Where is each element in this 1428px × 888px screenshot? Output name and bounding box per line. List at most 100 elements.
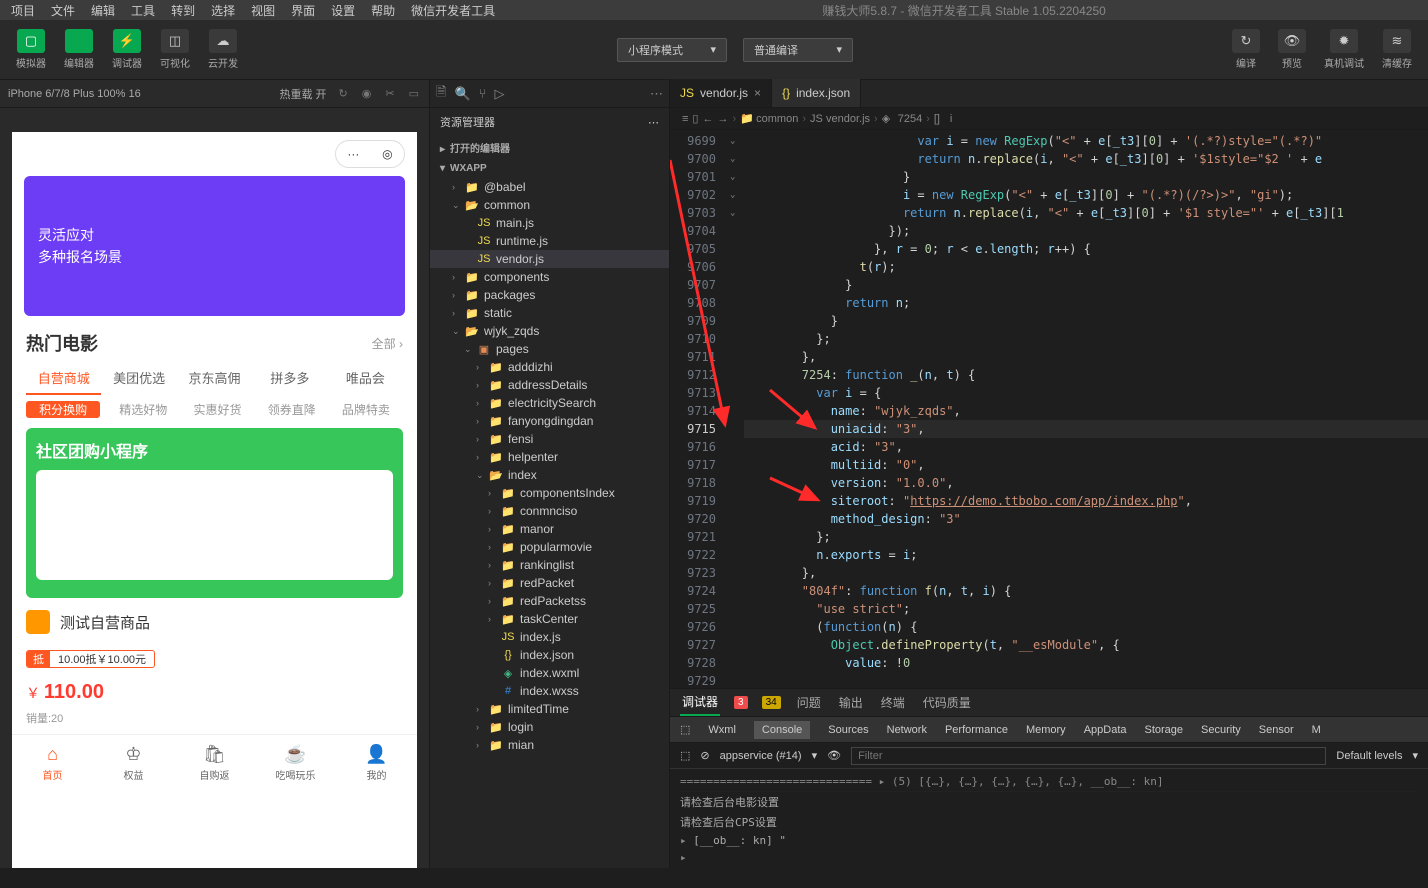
tree-componentsIndex[interactable]: › 📁 componentsIndex <box>430 484 669 502</box>
dbgsub-AppData[interactable]: AppData <box>1084 724 1127 736</box>
menu-视图[interactable]: 视图 <box>244 0 282 21</box>
tb-真机调试[interactable]: ✹真机调试 <box>1318 25 1370 74</box>
tree-common[interactable]: ⌄ 📂 common <box>430 196 669 214</box>
tb-调试器[interactable]: ⚡调试器 <box>106 25 148 74</box>
tree-index.wxml[interactable]: ◈ index.wxml <box>430 664 669 682</box>
tab-index.json[interactable]: {}index.json <box>772 79 861 107</box>
dbgsub-Sensor[interactable]: Sensor <box>1259 724 1294 736</box>
nav-首页[interactable]: ⌂首页 <box>12 735 93 790</box>
tree-rankinglist[interactable]: › 📁 rankinglist <box>430 556 669 574</box>
dbgsub-Performance[interactable]: Performance <box>945 724 1008 736</box>
capsule-button[interactable]: ···◎ <box>335 140 405 168</box>
dbgsub-Storage[interactable]: Storage <box>1145 724 1184 736</box>
dbg-终端[interactable]: 终端 <box>879 690 907 715</box>
banner[interactable]: 灵活应对多种报名场景 <box>24 176 405 316</box>
tb-清缓存[interactable]: ≋清缓存 <box>1376 25 1418 74</box>
subtab-2[interactable]: 实惠好货 <box>180 401 254 418</box>
tree-redPacket[interactable]: › 📁 redPacket <box>430 574 669 592</box>
tree-taskCenter[interactable]: › 📁 taskCenter <box>430 610 669 628</box>
nav-吃喝玩乐[interactable]: ☕吃喝玩乐 <box>255 735 336 790</box>
tree-login[interactable]: › 📁 login <box>430 718 669 736</box>
forward-icon[interactable]: → <box>717 113 728 125</box>
breadcrumb[interactable]: ≡ ▯ ← → ›📁common›JSvendor.js›◈7254›[]i <box>670 108 1428 130</box>
tb-预览[interactable]: 👁预览 <box>1272 25 1312 74</box>
console-line[interactable]: 请检查后台电影设置 <box>680 792 1418 812</box>
menu-设置[interactable]: 设置 <box>324 0 362 21</box>
nav-自购返[interactable]: 🛍自购返 <box>174 735 255 790</box>
clear-icon[interactable]: ⊘ <box>700 749 709 762</box>
eye-icon[interactable]: 👁 <box>827 749 841 762</box>
hot-reload-toggle[interactable]: 热重载 开 <box>279 86 326 102</box>
product-row[interactable]: 测试自营商品 <box>12 598 417 646</box>
tb-模拟器[interactable]: ▢模拟器 <box>10 25 52 74</box>
menu-帮助[interactable]: 帮助 <box>364 0 402 21</box>
dbgsub-Console[interactable]: Console <box>754 721 810 739</box>
scope-dropdown[interactable]: appservice (#14) <box>720 750 802 762</box>
code-area[interactable]: 9699970097019702970397049705970697079708… <box>670 130 1428 688</box>
tab-0[interactable]: 自营商城 <box>26 368 101 395</box>
tree-conmnciso[interactable]: › 📁 conmnciso <box>430 502 669 520</box>
tree-helpenter[interactable]: › 📁 helpenter <box>430 448 669 466</box>
dbgsub-Network[interactable]: Network <box>887 724 927 736</box>
levels-dropdown[interactable]: Default levels <box>1336 750 1402 762</box>
menu-界面[interactable]: 界面 <box>284 0 322 21</box>
compile-dropdown[interactable]: 普通编译▾ <box>743 38 853 62</box>
dbgsub-M[interactable]: M <box>1312 724 1321 736</box>
dbgsub-Wxml[interactable]: Wxml <box>708 724 736 736</box>
dbg-代码质量[interactable]: 代码质量 <box>921 690 973 715</box>
dbg-调试器[interactable]: 调试器 <box>680 689 720 716</box>
expand-icon[interactable]: ▭ <box>407 85 421 102</box>
tree-vendor.js[interactable]: JS vendor.js <box>430 250 669 268</box>
promo-card[interactable]: 社区团购小程序 <box>26 428 403 598</box>
tab-3[interactable]: 拼多多 <box>252 368 327 395</box>
tree-main.js[interactable]: JS main.js <box>430 214 669 232</box>
debug-icon[interactable]: ▷ <box>494 86 504 102</box>
nav-icon[interactable]: ≡ <box>682 113 688 125</box>
tree-index.json[interactable]: {} index.json <box>430 646 669 664</box>
explorer-menu-icon[interactable]: ⋯ <box>648 116 659 129</box>
tree-packages[interactable]: › 📁 packages <box>430 286 669 304</box>
tree-index.js[interactable]: JS index.js <box>430 628 669 646</box>
dbgsub-Security[interactable]: Security <box>1201 724 1241 736</box>
console-line[interactable]: ============================= ▸ (5) [{…}… <box>680 773 1418 792</box>
close-icon[interactable]: × <box>754 86 761 100</box>
menu-工具[interactable]: 工具 <box>124 0 162 21</box>
console-line[interactable]: [__ob__: kn] " <box>680 832 1418 849</box>
menu-文件[interactable]: 文件 <box>44 0 82 21</box>
tree-wjyk_zqds[interactable]: ⌄ 📂 wjyk_zqds <box>430 322 669 340</box>
more-icon[interactable]: ⋯ <box>650 86 663 102</box>
tb-编辑器[interactable]: 编辑器 <box>58 25 100 74</box>
tb-可视化[interactable]: ◫可视化 <box>154 25 196 74</box>
mode-dropdown[interactable]: 小程序模式▾ <box>617 38 727 62</box>
menu-微信开发者工具[interactable]: 微信开发者工具 <box>404 0 502 21</box>
filter-input[interactable] <box>851 747 1326 765</box>
tree-@babel[interactable]: › 📁 @babel <box>430 178 669 196</box>
tree-components[interactable]: › 📁 components <box>430 268 669 286</box>
subtab-1[interactable]: 精选好物 <box>106 401 180 418</box>
subtab-3[interactable]: 领券直降 <box>255 401 329 418</box>
phone-screen[interactable]: ···◎ 灵活应对多种报名场景 热门电影 全部 › 自营商城美团优选京东高佣拼多… <box>12 132 417 868</box>
dbgsub-Sources[interactable]: Sources <box>828 724 868 736</box>
tree-mian[interactable]: › 📁 mian <box>430 736 669 754</box>
opened-editors-section[interactable]: 打开的编辑器 <box>430 136 669 159</box>
tree-addressDetails[interactable]: › 📁 addressDetails <box>430 376 669 394</box>
cut-icon[interactable]: ✂ <box>383 85 396 102</box>
tb-编译[interactable]: ↻编译 <box>1226 25 1266 74</box>
tab-4[interactable]: 唯品会 <box>328 368 403 395</box>
menu-编辑[interactable]: 编辑 <box>84 0 122 21</box>
bookmark-icon[interactable]: ▯ <box>692 112 698 125</box>
subtab-4[interactable]: 品牌特卖 <box>329 401 403 418</box>
menu-转到[interactable]: 转到 <box>164 0 202 21</box>
console-line[interactable] <box>680 849 1418 866</box>
tree-redPacketss[interactable]: › 📁 redPacketss <box>430 592 669 610</box>
refresh-icon[interactable]: ↻ <box>337 85 350 102</box>
back-icon[interactable]: ← <box>702 113 713 125</box>
dbg-问题[interactable]: 问题 <box>795 690 823 715</box>
tb-云开发[interactable]: ☁云开发 <box>202 25 244 74</box>
more-link[interactable]: 全部 › <box>372 335 403 352</box>
inspect-icon[interactable]: ⬚ <box>680 749 690 762</box>
tab-1[interactable]: 美团优选 <box>101 368 176 395</box>
branch-icon[interactable]: ⑂ <box>479 86 487 101</box>
tree-manor[interactable]: › 📁 manor <box>430 520 669 538</box>
tree-static[interactable]: › 📁 static <box>430 304 669 322</box>
